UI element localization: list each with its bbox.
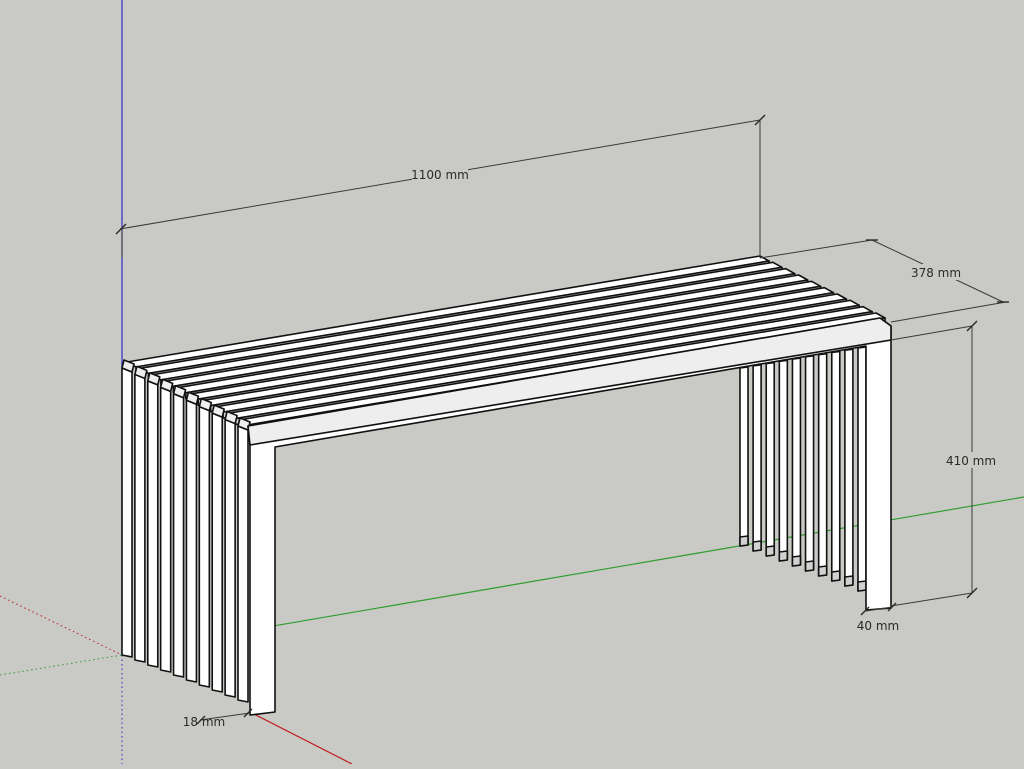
red-axis-negative (0, 595, 123, 656)
rear-leg-slat (817, 352, 828, 577)
rear-leg-slats[interactable] (739, 346, 867, 592)
front-leg-slat (159, 386, 172, 673)
rear-leg-slat (844, 348, 854, 587)
rear-leg-slat (752, 363, 762, 552)
rear-leg-slat (791, 357, 802, 567)
dimension-height[interactable]: 410 mm (890, 320, 997, 607)
front-leg-slat (211, 412, 224, 693)
rear-leg-slat-end (804, 560, 815, 572)
dimension-length-label: 1100 mm (411, 168, 469, 182)
front-leg-slat (134, 373, 146, 663)
front-leg-slat (198, 405, 211, 688)
rear-leg-slat-end (752, 540, 762, 552)
rear-leg-slat (739, 366, 749, 547)
rear-leg-slat (804, 355, 815, 572)
red-axis (249, 711, 353, 765)
front-leg-slat (224, 418, 236, 698)
front-leg-slat (237, 425, 249, 703)
rear-leg-slat (857, 346, 867, 592)
model-canvas[interactable]: 1100 mm 378 mm 410 mm 40 mm 18 mm (0, 0, 1024, 765)
sketchup-viewport[interactable]: 1100 mm 378 mm 410 mm 40 mm 18 mm (0, 0, 1024, 765)
rear-leg-slat-end (778, 550, 789, 562)
rear-leg-slat-end (844, 575, 854, 587)
dimension-length[interactable]: 1100 mm (115, 114, 766, 258)
rear-leg-slat (778, 359, 789, 562)
rear-leg-slat-end (830, 570, 841, 582)
dimension-slat-gap-label: 40 mm (857, 619, 899, 633)
rear-leg-slat-end (791, 555, 802, 567)
dimension-slat-thickness-label: 18 mm (183, 715, 225, 729)
dimension-height-label: 410 mm (946, 454, 996, 468)
rear-leg-slat-end (857, 580, 867, 592)
front-leg-slat (146, 380, 159, 668)
green-axis (249, 496, 1024, 631)
front-leg-slat (121, 367, 133, 658)
rear-leg-slat-end (765, 545, 776, 557)
green-axis-negative (0, 654, 123, 676)
rear-leg-slat-end (817, 565, 828, 577)
front-leg-slat (172, 392, 185, 678)
rear-leg-slat (765, 361, 776, 557)
front-leg-slat (185, 399, 198, 683)
rear-leg-slat-end (739, 535, 749, 547)
dimension-slat-thickness[interactable]: 18 mm (183, 708, 253, 729)
dimension-depth-label: 378 mm (911, 266, 961, 280)
rear-leg-slat (830, 350, 841, 582)
